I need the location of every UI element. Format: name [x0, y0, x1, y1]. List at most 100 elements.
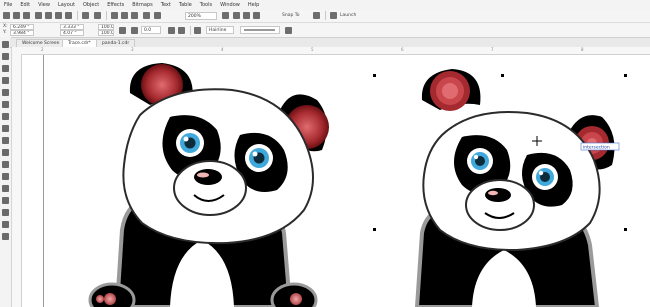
menu-window[interactable]: Window — [216, 2, 244, 8]
rotation-angle-field[interactable]: 0.0 — [141, 26, 161, 34]
grid-icon[interactable] — [243, 12, 250, 19]
rotation-icon[interactable] — [131, 27, 138, 34]
menu-tools[interactable]: Tools — [196, 2, 216, 8]
drawing-canvas[interactable]: intersection — [22, 55, 650, 307]
eyedropper-icon[interactable] — [2, 209, 9, 216]
ruler-label: 2 — [41, 47, 44, 52]
ellipse-tool-icon[interactable] — [2, 125, 9, 132]
ruler-label: 6 — [401, 47, 404, 52]
outline-width-field[interactable]: Hairline — [206, 26, 234, 34]
ruler-label: 3 — [131, 47, 134, 52]
print-icon[interactable] — [35, 12, 42, 19]
export-icon[interactable] — [131, 12, 138, 19]
lock-ratio-icon[interactable] — [119, 27, 126, 34]
smart-fill-icon[interactable] — [2, 233, 9, 240]
ruler-label: 5 — [311, 47, 314, 52]
zoom-level-field[interactable]: 200% — [185, 12, 217, 20]
end-arrow-icon[interactable] — [285, 27, 292, 34]
ruler-label: 8 — [581, 47, 584, 52]
mirror-vertical-icon[interactable] — [178, 27, 185, 34]
paste-icon[interactable] — [65, 12, 72, 19]
menu-edit[interactable]: Edit — [16, 2, 34, 8]
open-icon[interactable] — [13, 12, 20, 19]
mirror-horizontal-icon[interactable] — [168, 27, 175, 34]
text-tool-icon[interactable] — [2, 149, 9, 156]
gear-icon[interactable] — [313, 12, 320, 19]
horizontal-ruler[interactable]: 2 3 4 5 6 7 8 — [21, 47, 650, 55]
guidelines-icon[interactable] — [253, 12, 260, 19]
pick-tool-icon[interactable] — [2, 41, 9, 48]
tab-welcome-screen[interactable]: Welcome Screen — [16, 39, 66, 47]
height-field[interactable]: 4.07 " — [60, 30, 84, 36]
selection-handle[interactable] — [373, 228, 376, 231]
menu-effects[interactable]: Effects — [103, 2, 128, 8]
panda-snout — [465, 179, 535, 231]
menu-bar: File Edit View Layout Object Effects Bit… — [0, 0, 650, 10]
artistic-media-icon[interactable] — [2, 101, 9, 108]
panda-original[interactable] — [88, 63, 329, 307]
zoom-dropdown-icon[interactable] — [154, 12, 161, 19]
freehand-tool-icon[interactable] — [2, 89, 9, 96]
tab-trace[interactable]: Trace.cdr* — [62, 39, 97, 47]
zoom-tool-icon[interactable] — [2, 77, 9, 84]
interactive-fill-icon[interactable] — [2, 221, 9, 228]
toolbox — [0, 37, 12, 307]
artwork: intersection — [88, 63, 627, 307]
outline-pen-icon[interactable] — [194, 27, 201, 34]
transparency-icon[interactable] — [2, 197, 9, 204]
snap-tooltip-text: intersection — [583, 145, 610, 151]
save-icon[interactable] — [23, 12, 30, 19]
shape-tool-icon[interactable] — [2, 53, 9, 60]
y-label: Y: — [3, 30, 7, 35]
line-style-dropdown[interactable] — [240, 26, 280, 34]
selection-handle[interactable] — [373, 74, 376, 77]
selection-handle[interactable] — [624, 228, 627, 231]
menu-table[interactable]: Table — [175, 2, 196, 8]
menu-help[interactable]: Help — [244, 2, 263, 8]
y-position-field[interactable]: 3.984 " — [10, 30, 34, 36]
rulers-icon[interactable] — [233, 12, 240, 19]
parallel-dimension-icon[interactable] — [2, 161, 9, 168]
separator — [325, 11, 326, 20]
polygon-tool-icon[interactable] — [2, 137, 9, 144]
standard-toolbar: 200% Snap To Launch — [0, 10, 650, 23]
property-bar: X: 6.249 " Y: 3.984 " 3.333 " 4.07 " 100… — [0, 23, 650, 38]
menu-file[interactable]: File — [0, 2, 16, 8]
rectangle-tool-icon[interactable] — [2, 113, 9, 120]
snap-to-dropdown[interactable]: Snap To — [282, 13, 300, 18]
panda-traced[interactable] — [414, 69, 615, 307]
import-icon[interactable] — [121, 12, 128, 19]
separator — [190, 26, 191, 35]
menu-object[interactable]: Object — [79, 2, 103, 8]
cut-icon[interactable] — [45, 12, 52, 19]
launch-dropdown[interactable]: Launch — [340, 13, 356, 18]
ruler-label: 4 — [221, 47, 224, 52]
selection-handle[interactable] — [624, 74, 627, 77]
vertical-ruler[interactable] — [12, 47, 22, 307]
separator — [77, 11, 78, 20]
drop-shadow-icon[interactable] — [2, 185, 9, 192]
menu-text[interactable]: Text — [157, 2, 175, 8]
redo-icon[interactable] — [94, 12, 101, 19]
menu-bitmaps[interactable]: Bitmaps — [128, 2, 157, 8]
scale-height-field[interactable]: 100.0 — [98, 30, 114, 36]
publish-pdf-icon[interactable] — [143, 12, 150, 19]
snap-tooltip: intersection — [580, 142, 620, 151]
undo-icon[interactable] — [82, 12, 89, 19]
new-document-icon[interactable] — [3, 12, 10, 19]
copy-icon[interactable] — [55, 12, 62, 19]
x-label: X: — [3, 24, 8, 29]
connector-tool-icon[interactable] — [2, 173, 9, 180]
menu-layout[interactable]: Layout — [54, 2, 79, 8]
search-content-icon[interactable] — [111, 12, 118, 19]
selection-handle[interactable] — [501, 74, 504, 77]
full-screen-icon[interactable] — [222, 12, 229, 19]
line-style-preview — [244, 29, 275, 31]
crop-tool-icon[interactable] — [2, 65, 9, 72]
panda-nose — [485, 188, 511, 202]
menu-view[interactable]: View — [34, 2, 54, 8]
tab-panda-1[interactable]: panda-1.cdr — [96, 39, 136, 47]
launch-icon[interactable] — [330, 12, 337, 19]
page-border — [43, 55, 44, 307]
ruler-label: 7 — [491, 47, 494, 52]
